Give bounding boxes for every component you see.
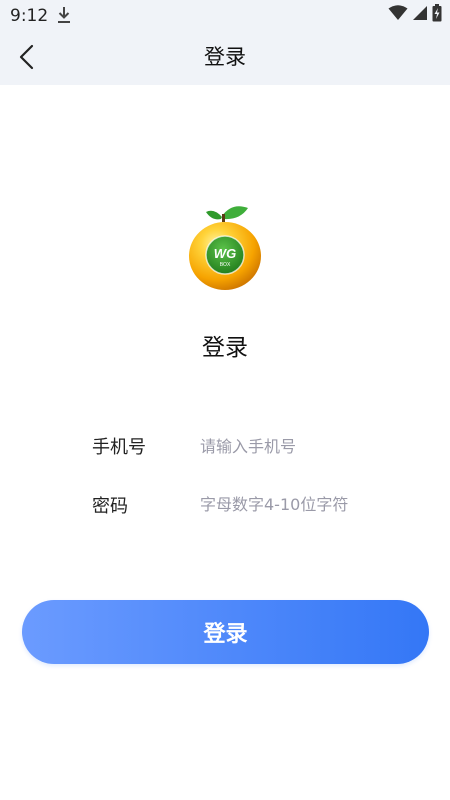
- login-button[interactable]: 登录: [22, 600, 429, 664]
- logo-text-main: WG: [214, 246, 236, 261]
- download-icon: [56, 6, 72, 24]
- status-time: 9:12: [10, 6, 49, 26]
- page-title: 登录: [204, 45, 246, 69]
- phone-input[interactable]: [196, 432, 394, 460]
- app-logo: WG BOX: [186, 200, 266, 292]
- password-input[interactable]: [196, 490, 394, 518]
- phone-label: 手机号: [92, 437, 146, 458]
- battery-icon: [432, 4, 442, 26]
- login-heading: 登录: [202, 335, 248, 361]
- logo-text-sub: BOX: [220, 262, 231, 268]
- top-bar: 9:12 登录: [0, 0, 450, 85]
- status-bar: 9:12: [0, 0, 450, 32]
- app-header: 登录: [0, 32, 450, 85]
- password-label: 密码: [92, 496, 128, 517]
- status-icons: [388, 4, 442, 26]
- wifi-icon: [388, 5, 408, 25]
- login-screen: 9:12 登录 WG BOX 登录 手机号 请输入手机号 密码 登录: [0, 0, 450, 800]
- cell-signal-icon: [412, 5, 428, 25]
